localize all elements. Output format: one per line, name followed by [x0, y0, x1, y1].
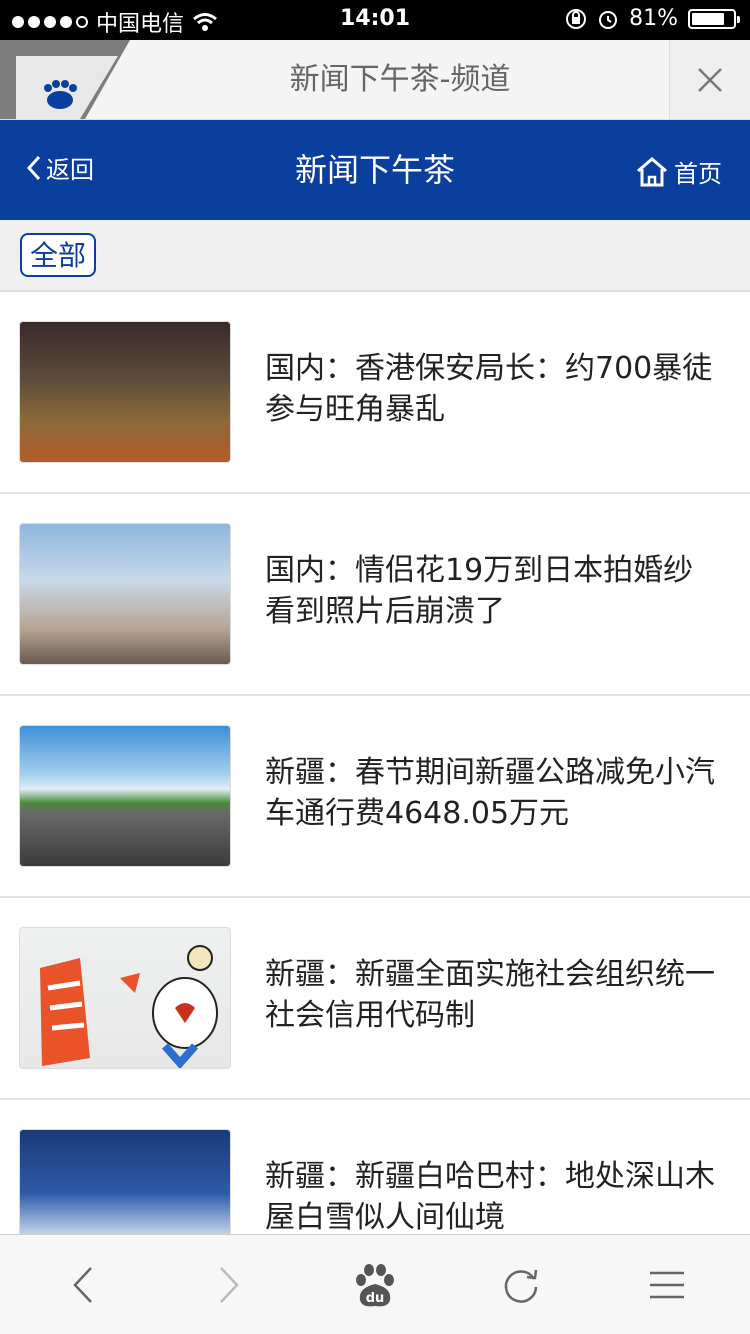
filter-chip-all[interactable]: 全部: [20, 233, 97, 277]
filter-bar: 全部: [0, 220, 750, 292]
home-icon: [637, 156, 667, 186]
battery-percent: 81%: [629, 6, 678, 31]
forward-arrow-icon: [220, 1267, 239, 1303]
nav-back-button[interactable]: [58, 1260, 108, 1310]
news-item[interactable]: 国内：情侣花19万到日本拍婚纱看到照片后崩溃了: [0, 494, 750, 696]
home-button[interactable]: 首页: [636, 154, 722, 189]
cartoon-illustration: [40, 945, 218, 1068]
news-item[interactable]: 新疆：春节期间新疆公路减免小汽车通行费4648.05万元: [0, 696, 750, 898]
news-headline: 新疆：春节期间新疆公路减免小汽车通行费4648.05万元: [265, 755, 715, 831]
news-thumbnail: [19, 321, 231, 463]
svg-text:du: du: [366, 1291, 385, 1306]
browser-title-bar: 新闻下午茶-频道: [0, 40, 750, 120]
battery-icon: [688, 8, 740, 29]
menu-button[interactable]: [642, 1260, 692, 1310]
page-title: 新闻下午茶-频道: [289, 62, 511, 97]
news-thumbnail: [19, 725, 231, 867]
browser-toolbar: du: [0, 1234, 750, 1334]
news-thumbnail: [19, 523, 231, 665]
news-item[interactable]: 新疆：新疆白哈巴村：地处深山木屋白雪似人间仙境: [0, 1100, 750, 1234]
news-thumbnail: [19, 927, 231, 1069]
news-headline: 国内：香港保安局长：约700暴徒参与旺角暴乱: [265, 351, 713, 427]
news-headline: 新疆：新疆白哈巴村：地处深山木屋白雪似人间仙境: [265, 1159, 715, 1234]
news-item[interactable]: 新疆：新疆全面实施社会组织统一社会信用代码制: [0, 898, 750, 1100]
baidu-paw-icon: du: [356, 1264, 394, 1307]
status-bar: 中国电信 14:01 81%: [0, 0, 750, 40]
news-item[interactable]: 国内：香港保安局长：约700暴徒参与旺角暴乱: [0, 292, 750, 494]
rotation-lock-icon: [566, 8, 587, 29]
news-thumbnail: [19, 1129, 231, 1234]
baidu-home-button[interactable]: du: [350, 1260, 400, 1310]
news-headline: 新疆：新疆全面实施社会组织统一社会信用代码制: [265, 957, 715, 1033]
nav-forward-button[interactable]: [204, 1260, 254, 1310]
channel-header: 返回 新闻下午茶 首页: [0, 120, 750, 220]
back-arrow-icon: [73, 1267, 92, 1303]
alarm-icon: [599, 10, 618, 29]
menu-icon: [650, 1271, 684, 1299]
refresh-button[interactable]: [496, 1260, 546, 1310]
home-label: 首页: [674, 160, 722, 188]
refresh-icon: [504, 1269, 538, 1303]
site-favicon-tab[interactable]: [0, 40, 130, 119]
news-list: 国内：香港保安局长：约700暴徒参与旺角暴乱 国内：情侣花19万到日本拍婚纱看到…: [0, 292, 750, 1234]
status-right: 81%: [565, 6, 740, 31]
close-button[interactable]: [669, 40, 750, 119]
close-icon: [698, 67, 722, 92]
news-headline: 国内：情侣花19万到日本拍婚纱看到照片后崩溃了: [265, 553, 694, 629]
